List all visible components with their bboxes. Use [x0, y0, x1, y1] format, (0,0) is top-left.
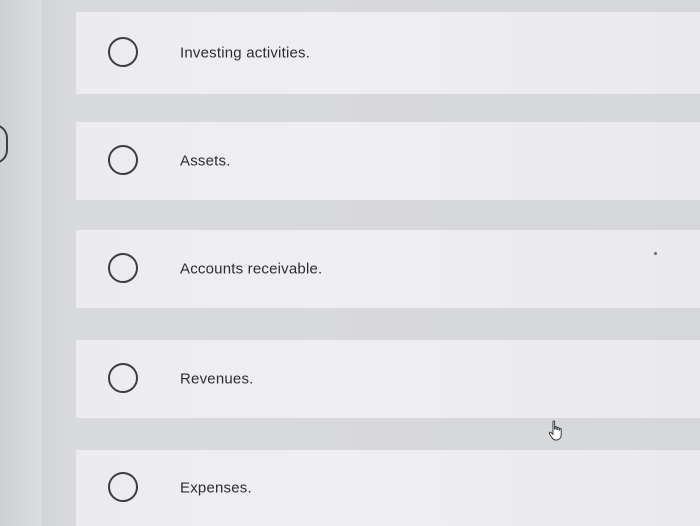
left-margin — [0, 0, 42, 526]
screen-speck — [654, 252, 657, 255]
radio-unchecked-icon[interactable] — [108, 472, 138, 502]
radio-unchecked-icon[interactable] — [108, 253, 138, 283]
option-label: Expenses. — [180, 479, 252, 497]
option-label: Revenues. — [180, 370, 254, 388]
radio-unchecked-icon[interactable] — [108, 37, 138, 67]
answer-options: Investing activities. Assets. Accounts r… — [76, 0, 700, 526]
radio-unchecked-icon[interactable] — [108, 363, 138, 393]
option-revenues[interactable]: Revenues. — [76, 340, 700, 418]
option-label: Investing activities. — [180, 44, 311, 62]
option-label: Assets. — [180, 152, 231, 170]
pointer-hand-icon — [548, 420, 562, 441]
radio-unchecked-icon[interactable] — [108, 145, 138, 175]
option-assets[interactable]: Assets. — [76, 122, 700, 200]
option-label: Accounts receivable. — [180, 260, 323, 278]
option-expenses[interactable]: Expenses. — [76, 450, 700, 526]
option-investing-activities[interactable]: Investing activities. — [76, 12, 700, 94]
option-accounts-receivable[interactable]: Accounts receivable. — [76, 230, 700, 308]
